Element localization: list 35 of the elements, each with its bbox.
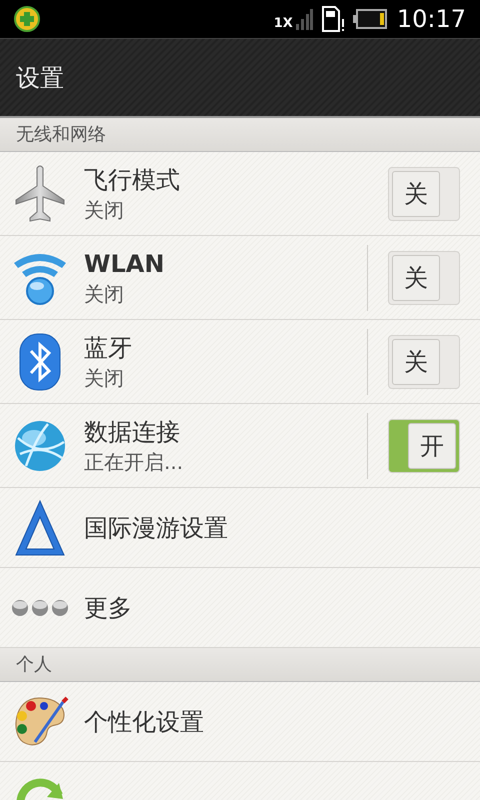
row-subtitle: 关闭 — [84, 364, 125, 392]
row-subtitle: 正在开启... — [84, 448, 184, 476]
row-title: 飞行模式 — [84, 164, 181, 196]
clock: 10:17 — [396, 4, 466, 35]
toggle-switch[interactable]: 关 — [388, 334, 460, 388]
section-title: 无线和网络 — [16, 123, 106, 147]
bluetooth-icon — [19, 332, 61, 390]
page-title: 设置 — [16, 62, 64, 94]
settings-row[interactable]: WLAN 关闭 关 — [0, 236, 480, 320]
triangle-icon — [14, 498, 66, 556]
row-subtitle: 关闭 — [84, 280, 125, 308]
row-title: 国际漫游设置 — [84, 512, 229, 544]
signal-icon — [294, 8, 313, 30]
settings-row[interactable]: 数据连接 正在开启... 开 — [0, 404, 480, 488]
row-title: WLAN — [84, 248, 166, 280]
sim-card-icon — [320, 6, 345, 32]
settings-row[interactable]: 国际漫游设置 — [0, 488, 480, 568]
row-subtitle: 关闭 — [84, 196, 125, 224]
airplane-icon — [14, 164, 66, 224]
network-type: 1X — [274, 15, 293, 34]
toggle-switch[interactable]: 关 — [388, 166, 460, 220]
dots-icon — [11, 598, 69, 616]
settings-row[interactable]: 蓝牙 关闭 关 — [0, 320, 480, 404]
settings-row[interactable]: 飞行模式 关闭 关 — [0, 152, 480, 236]
row-title: 蓝牙 — [84, 332, 133, 364]
section-title: 个人 — [16, 653, 52, 677]
toggle-switch[interactable]: 开 — [388, 418, 460, 472]
settings-row[interactable]: 个性化设置 — [0, 682, 480, 762]
row-title: 个性化设置 — [84, 706, 205, 738]
row-title: 更多 — [84, 592, 133, 624]
shield-plus-icon — [14, 6, 40, 32]
toggle-switch[interactable]: 关 — [388, 250, 460, 304]
battery-icon — [352, 9, 387, 29]
settings-row[interactable]: 更多 — [0, 568, 480, 648]
row-title: 数据连接 — [84, 416, 181, 448]
